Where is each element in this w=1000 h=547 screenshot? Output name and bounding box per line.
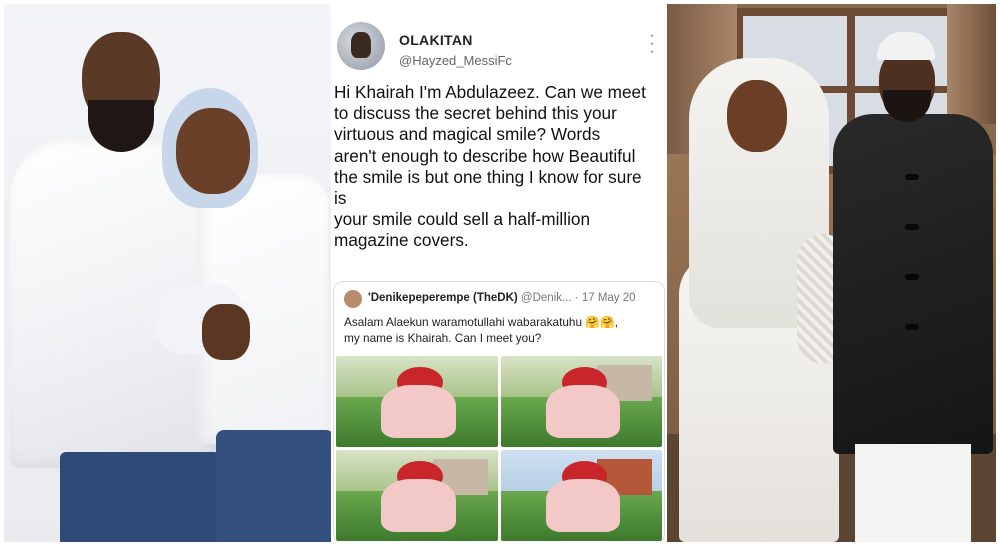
tweet-line: aren't enough to describe how Beautiful bbox=[334, 145, 636, 166]
quoted-photo-1[interactable] bbox=[336, 356, 498, 447]
quoted-author-line: 'Denikepeperempe (TheDK) @Denik... · 17 … bbox=[368, 292, 636, 304]
groom-coat bbox=[833, 114, 993, 454]
author-name[interactable]: OLAKITAN bbox=[399, 32, 473, 48]
tweet-line: magazine covers. bbox=[334, 230, 469, 251]
woman-face bbox=[176, 108, 250, 194]
quoted-text-line: Asalam Alaekun waramotullahi wabarakatuh… bbox=[344, 315, 618, 329]
quoted-author-handle: @Denik... bbox=[520, 292, 572, 304]
man-jeans bbox=[60, 452, 220, 542]
groom-trousers bbox=[855, 444, 971, 542]
couple-studio-photo bbox=[4, 4, 331, 542]
tweet-line: is bbox=[334, 188, 347, 209]
quoted-media-grid bbox=[336, 356, 662, 541]
coat-clasp bbox=[905, 324, 919, 330]
quoted-text: Asalam Alaekun waramotullahi wabarakatuh… bbox=[344, 314, 656, 346]
tweet-body: Hi Khairah I'm Abdulazeez. Can we meet t… bbox=[334, 82, 664, 252]
coat-clasp bbox=[905, 274, 919, 280]
tweet-line: virtuous and magical smile? Words bbox=[334, 124, 601, 145]
curtain-right bbox=[947, 4, 996, 124]
woman-hand bbox=[202, 304, 250, 360]
quoted-photo-3[interactable] bbox=[336, 450, 498, 541]
author-avatar[interactable] bbox=[337, 22, 385, 70]
tweet-line: the smile is but one thing I know for su… bbox=[334, 166, 642, 187]
tweet-line: your smile could sell a half-million bbox=[334, 209, 590, 230]
tweet-screenshot: OLAKITAN @Hayzed_MessiFc · · · Hi Khairah … bbox=[333, 4, 665, 542]
wedding-couple-photo bbox=[667, 4, 996, 542]
woman-jeans bbox=[216, 430, 331, 542]
quoted-separator: · bbox=[574, 292, 579, 304]
tweet-line: to discuss the secret behind this your bbox=[334, 103, 617, 124]
quoted-tweet[interactable]: 'Denikepeperempe (TheDK) @Denik... · 17 … bbox=[333, 281, 665, 542]
tweet-line: Hi Khairah I'm Abdulazeez. Can we meet bbox=[334, 82, 646, 102]
quoted-date: 17 May 20 bbox=[581, 292, 636, 304]
author-handle[interactable]: @Hayzed_MessiFc bbox=[399, 53, 512, 68]
more-vertical-icon[interactable]: · · · bbox=[647, 28, 657, 60]
quoted-author-avatar bbox=[344, 290, 362, 308]
quoted-author-name: 'Denikepeperempe (TheDK) bbox=[368, 292, 518, 304]
quoted-photo-4[interactable] bbox=[500, 450, 662, 541]
quoted-text-line: my name is Khairah. Can I meet you? bbox=[344, 331, 542, 345]
coat-clasp bbox=[905, 174, 919, 180]
bride-face bbox=[727, 80, 787, 152]
quoted-photo-2[interactable] bbox=[500, 356, 662, 447]
coat-clasp bbox=[905, 224, 919, 230]
